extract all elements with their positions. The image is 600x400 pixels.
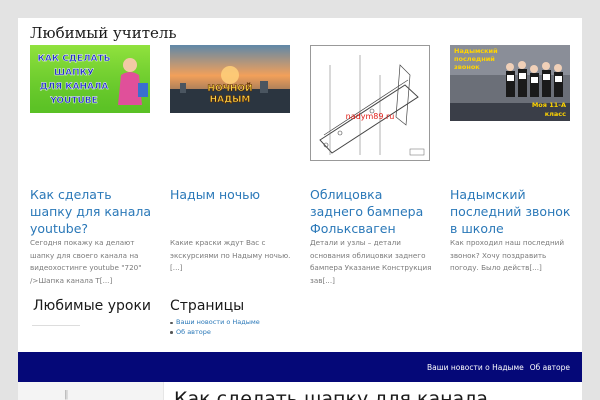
post-title-link[interactable]: Облицовка заднего бампера Фольксваген: [310, 186, 436, 237]
post-title-link[interactable]: Надымский последний звонок в школе: [450, 186, 576, 237]
post-card: nadym89.ru Облицовка заднего бампера Фол…: [310, 45, 431, 285]
post-thumbnail[interactable]: КАК СДЕЛАТЬ ШАПКУ ДЛЯ КАНАЛА YOUTUBE: [30, 45, 150, 113]
post-thumbnail[interactable]: Надымский последний звонок Моя 11-А клас…: [450, 45, 570, 121]
post-excerpt: Детали и узлы – детали основания облицов…: [310, 238, 432, 285]
pages-list: Ваши новости о Надыме Об авторе: [170, 318, 260, 337]
post-card: НОЧНОЙ НАДЫМ Надым ночью Какие краски жд…: [170, 45, 290, 272]
thumb-line: звонок: [454, 63, 480, 71]
post-title-link[interactable]: Надым ночью: [170, 186, 296, 203]
post-excerpt: Сегодня покажу ка делают шапку для своег…: [30, 238, 142, 285]
post-thumbnail[interactable]: НОЧНОЙ НАДЫМ: [170, 45, 290, 113]
thumb-line: НАДЫМ: [210, 95, 251, 105]
nav-item-news[interactable]: Ваши новости о Надыме: [427, 363, 524, 372]
sidebar-panel: ‖: [18, 382, 164, 400]
pages-list-item[interactable]: Ваши новости о Надыме: [170, 318, 260, 328]
thumb-line: последний: [454, 55, 495, 63]
post-excerpt: Какие краски ждут Вас с экскурсиями по Н…: [170, 238, 291, 272]
widget-title-lessons: Любимые уроки: [33, 298, 152, 314]
thumb-line: YOUTUBE: [49, 96, 98, 106]
thumb-line: класс: [545, 110, 566, 118]
post-heading[interactable]: Как сделать шапку для канала: [174, 388, 488, 400]
widget-divider: [32, 325, 80, 326]
thumb-line: НОЧНОЙ: [207, 82, 252, 94]
widget-title-pages: Страницы: [170, 298, 245, 314]
pages-list-item[interactable]: Об авторе: [170, 328, 260, 338]
post-thumbnail[interactable]: nadym89.ru: [310, 45, 430, 161]
thumb-line: Надымский: [454, 47, 498, 55]
post-title-link[interactable]: Как сделать шапку для канала youtube?: [30, 186, 156, 237]
thumb-line: ДЛЯ КАНАЛА: [40, 82, 109, 92]
post-card: Надымский последний звонок Моя 11-А клас…: [450, 45, 570, 272]
thumb-line: ШАПКУ: [54, 68, 94, 78]
page: Любимый учитель КАК СДЕЛАТЬ ШАПКУ ДЛЯ КА…: [18, 18, 582, 400]
nav-item-about[interactable]: Об авторе: [530, 363, 570, 372]
thumb-line: Моя 11-А: [532, 101, 566, 109]
sidebar-icon: ‖: [64, 390, 69, 400]
site-title[interactable]: Любимый учитель: [30, 24, 177, 42]
thumb-line: КАК СДЕЛАТЬ: [37, 54, 110, 64]
thumb-watermark: nadym89.ru: [346, 112, 395, 121]
post-excerpt: Как проходил наш последний звонок? Хочу …: [450, 238, 565, 272]
post-card: КАК СДЕЛАТЬ ШАПКУ ДЛЯ КАНАЛА YOUTUBE Как…: [30, 45, 151, 285]
main-navigation: Ваши новости о Надыме Об авторе: [18, 352, 582, 382]
